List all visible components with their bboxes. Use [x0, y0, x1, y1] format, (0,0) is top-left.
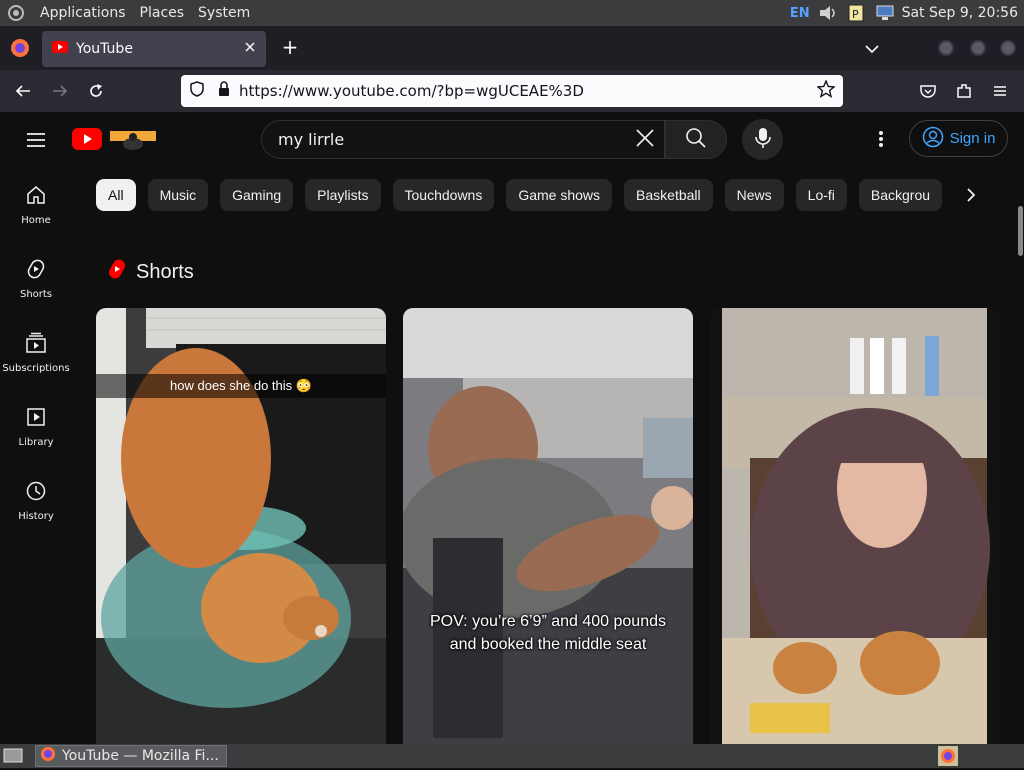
browser-nav-bar: https://www.youtube.com/?bp=wgUCEAE%3D [0, 70, 1024, 112]
guide-item-shorts[interactable]: Shorts [0, 242, 72, 316]
guide-item-label: Shorts [19, 289, 53, 300]
more-options-icon[interactable] [868, 126, 894, 152]
chevron-right-icon[interactable] [958, 182, 984, 208]
account-icon [922, 126, 944, 152]
shield-icon[interactable] [189, 80, 205, 102]
page-scrollbar[interactable] [1018, 206, 1023, 256]
show-desktop-icon[interactable] [3, 747, 23, 769]
keyboard-layout-indicator[interactable]: EN [790, 6, 810, 21]
url-bar[interactable]: https://www.youtube.com/?bp=wgUCEAE%3D [181, 75, 843, 107]
short-thumbnail-image [403, 308, 693, 744]
clear-search-icon[interactable] [634, 127, 656, 153]
maximize-window-button[interactable] [970, 40, 986, 56]
clock[interactable]: Sat Sep 9, 20:56 [902, 5, 1018, 21]
chip-game-shows[interactable]: Game shows [506, 179, 613, 211]
short-caption: how does she do this 😳 [96, 374, 386, 398]
shorts-icon [25, 258, 47, 283]
lock-icon[interactable] [217, 81, 231, 101]
search-query-text[interactable]: my lirrle [278, 130, 634, 149]
taskbar-window-title: YouTube — Mozilla Fi... [62, 748, 219, 764]
chip-music[interactable]: Music [147, 179, 209, 211]
extensions-icon[interactable] [951, 78, 977, 104]
new-tab-button[interactable]: + [280, 35, 300, 59]
back-arrow-icon[interactable] [10, 78, 36, 104]
search-input[interactable]: my lirrle [261, 120, 665, 159]
volume-icon[interactable] [818, 4, 838, 22]
chip-lofi[interactable]: Lo-fi [795, 179, 847, 211]
guide-item-label: Library [18, 437, 54, 448]
firefox-icon [40, 746, 56, 766]
distro-logo-icon[interactable] [6, 4, 26, 22]
tab-youtube[interactable]: YouTube [42, 31, 266, 67]
shorts-shelf-title: Shorts [108, 258, 194, 286]
clipboard-icon[interactable]: P [846, 4, 866, 22]
tab-list-chevron-icon[interactable] [864, 40, 880, 59]
applications-menu[interactable]: Applications [40, 5, 126, 21]
firefox-launcher-icon[interactable] [938, 746, 958, 770]
short-thumbnail-image [710, 308, 1000, 744]
desktop-taskbar: YouTube — Mozilla Fi... [0, 744, 1024, 768]
mini-guide: Home Shorts Subscriptions Library Histor… [0, 168, 72, 538]
short-video-card[interactable] [710, 308, 1000, 744]
shorts-logo-icon [108, 258, 126, 286]
tab-title: YouTube [76, 41, 133, 57]
chip-background[interactable]: Backgrou [858, 179, 943, 211]
chip-news[interactable]: News [724, 179, 784, 211]
url-text[interactable]: https://www.youtube.com/?bp=wgUCEAE%3D [239, 82, 817, 100]
youtube-logo-icon[interactable] [72, 128, 102, 154]
guide-item-history[interactable]: History [0, 464, 72, 538]
guide-menu-icon[interactable] [24, 128, 48, 156]
chip-gaming[interactable]: Gaming [220, 179, 294, 211]
chip-touchdowns[interactable]: Touchdowns [392, 179, 495, 211]
reload-icon[interactable] [83, 78, 109, 104]
sign-in-label: Sign in [949, 130, 996, 147]
close-window-button[interactable] [1000, 40, 1016, 56]
hamburger-menu-icon[interactable] [987, 78, 1013, 104]
browser-tab-bar: YouTube + [0, 26, 1024, 70]
youtube-page: my lirrle Sign in Home Shorts Subscripti… [0, 112, 1024, 744]
taskbar-window-button[interactable]: YouTube — Mozilla Fi... [35, 745, 227, 767]
bookmark-star-icon[interactable] [816, 79, 836, 102]
short-caption: POV: you’re 6’9” and 400 pounds and book… [429, 613, 666, 653]
subscriptions-icon [25, 332, 47, 357]
guide-item-label: Home [21, 215, 51, 226]
forward-arrow-icon[interactable] [47, 78, 73, 104]
shelf-title-text: Shorts [136, 260, 194, 283]
guide-item-label: Subscriptions [2, 363, 70, 374]
microphone-icon [754, 127, 771, 153]
history-icon [25, 480, 47, 505]
short-video-card[interactable]: POV: you’re 6’9” and 400 pounds and book… [403, 308, 693, 744]
guide-item-label: History [18, 511, 54, 522]
home-icon [25, 184, 47, 209]
svg-text:P: P [852, 8, 859, 21]
sign-in-button[interactable]: Sign in [909, 120, 1008, 157]
short-video-card[interactable]: how does she do this 😳 [96, 308, 386, 744]
system-menu[interactable]: System [198, 5, 250, 21]
network-icon[interactable] [874, 4, 894, 22]
desktop-top-panel: Applications Places System EN P Sat Sep … [0, 0, 1024, 26]
search-button[interactable] [665, 120, 727, 159]
youtube-favicon-icon [52, 41, 68, 57]
doodle-image[interactable] [108, 128, 158, 154]
search-icon [685, 127, 707, 153]
guide-item-library[interactable]: Library [0, 390, 72, 464]
chip-basketball[interactable]: Basketball [624, 179, 713, 211]
chip-playlists[interactable]: Playlists [305, 179, 381, 211]
guide-item-subscriptions[interactable]: Subscriptions [0, 316, 72, 390]
firefox-menu-icon[interactable] [10, 38, 30, 62]
guide-item-home[interactable]: Home [0, 168, 72, 242]
close-tab-icon[interactable] [244, 41, 256, 57]
youtube-masthead: my lirrle Sign in [0, 112, 1024, 168]
chip-all[interactable]: All [96, 179, 136, 211]
voice-search-button[interactable] [742, 119, 783, 160]
minimize-window-button[interactable] [938, 40, 954, 56]
places-menu[interactable]: Places [140, 5, 185, 21]
library-icon [25, 406, 47, 431]
filter-chips: All Music Gaming Playlists Touchdowns Ga… [96, 179, 996, 211]
pocket-icon[interactable] [915, 78, 941, 104]
